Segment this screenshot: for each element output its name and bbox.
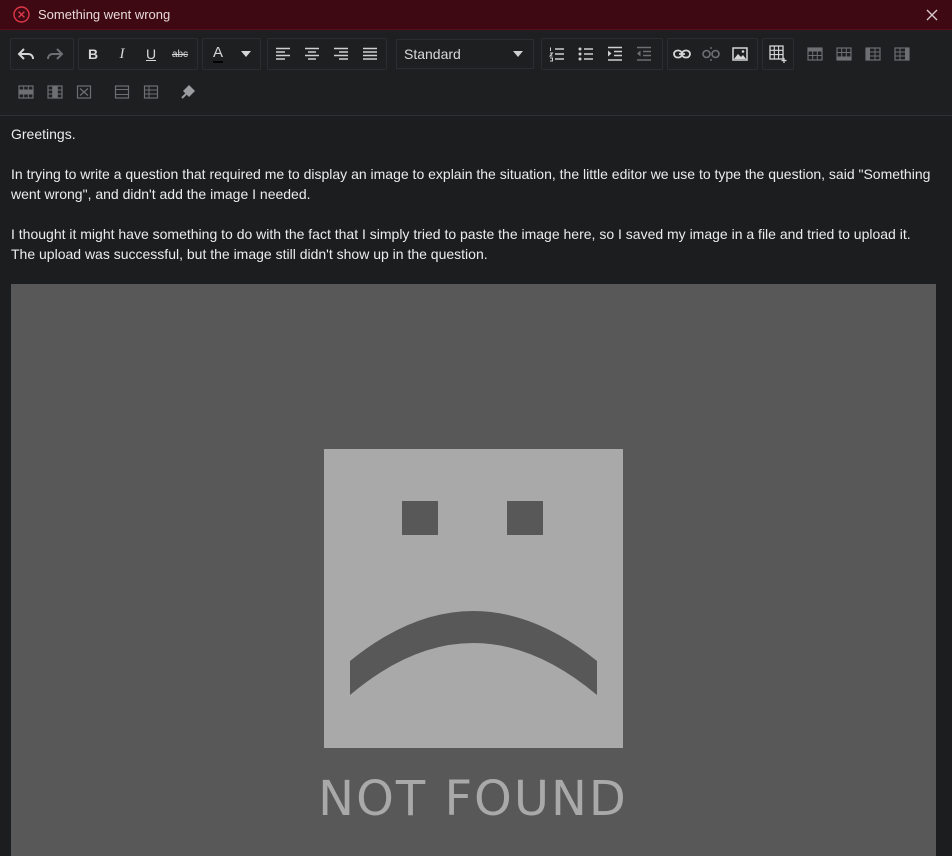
bold-label: B xyxy=(87,46,99,62)
frown-mouth xyxy=(350,611,597,695)
editor-content[interactable]: Greetings. In trying to write a question… xyxy=(0,116,952,856)
indent-button[interactable] xyxy=(603,42,627,66)
insert-link-button[interactable] xyxy=(670,42,694,66)
error-circle-x-icon xyxy=(13,6,30,23)
table-split-cells-button[interactable] xyxy=(139,80,163,104)
strikethrough-label: abc xyxy=(171,48,189,60)
insert-image-button[interactable] xyxy=(728,42,752,66)
text-color-label: A xyxy=(212,44,223,63)
undo-button[interactable] xyxy=(14,42,38,66)
table-column-right-button[interactable] xyxy=(890,42,914,66)
ordered-list-button[interactable] xyxy=(545,42,569,66)
paragraph-style-select[interactable]: Standard xyxy=(396,39,534,69)
insert-table-button[interactable] xyxy=(766,42,790,66)
redo-button[interactable] xyxy=(43,42,67,66)
close-icon[interactable] xyxy=(924,7,940,23)
table-column-left-button[interactable] xyxy=(861,42,885,66)
not-found-caption: NOT FOUND xyxy=(318,771,628,827)
table-delete-row-button[interactable] xyxy=(14,80,38,104)
editor-window: Something went wrong B I U abc A Standar… xyxy=(0,0,952,856)
chevron-down-icon xyxy=(513,51,523,57)
underline-button[interactable]: U xyxy=(139,42,163,66)
paragraph-description: In trying to write a question that requi… xyxy=(11,166,935,202)
strikethrough-button[interactable]: abc xyxy=(168,42,192,66)
table-merge-cells-button[interactable] xyxy=(110,80,134,104)
italic-button[interactable]: I xyxy=(110,42,134,66)
align-center-button[interactable] xyxy=(300,42,324,66)
italic-label: I xyxy=(119,45,125,62)
table-delete-column-button[interactable] xyxy=(43,80,67,104)
align-right-button[interactable] xyxy=(329,42,353,66)
remove-link-button[interactable] xyxy=(699,42,723,66)
clear-formatting-button[interactable] xyxy=(177,80,201,104)
text-color-button[interactable]: A xyxy=(206,42,230,66)
paragraph-style-value: Standard xyxy=(404,46,461,62)
unordered-list-button[interactable] xyxy=(574,42,598,66)
underline-label: U xyxy=(145,46,157,62)
paragraph-greeting: Greetings. xyxy=(11,126,76,142)
outdent-button[interactable] xyxy=(632,42,656,66)
error-banner: Something went wrong xyxy=(0,0,952,30)
error-message: Something went wrong xyxy=(38,7,171,22)
align-left-button[interactable] xyxy=(271,42,295,66)
table-row-below-button[interactable] xyxy=(832,42,856,66)
align-justify-button[interactable] xyxy=(358,42,382,66)
paragraph-upload-attempt: I thought it might have something to do … xyxy=(11,226,915,262)
chevron-down-icon xyxy=(241,51,251,57)
broken-image-placeholder: NOT FOUND xyxy=(11,284,936,856)
table-delete-button[interactable] xyxy=(72,80,96,104)
bold-button[interactable]: B xyxy=(81,42,105,66)
table-row-above-button[interactable] xyxy=(803,42,827,66)
text-color-dropdown-button[interactable] xyxy=(234,42,258,66)
sad-face-icon xyxy=(324,449,623,748)
